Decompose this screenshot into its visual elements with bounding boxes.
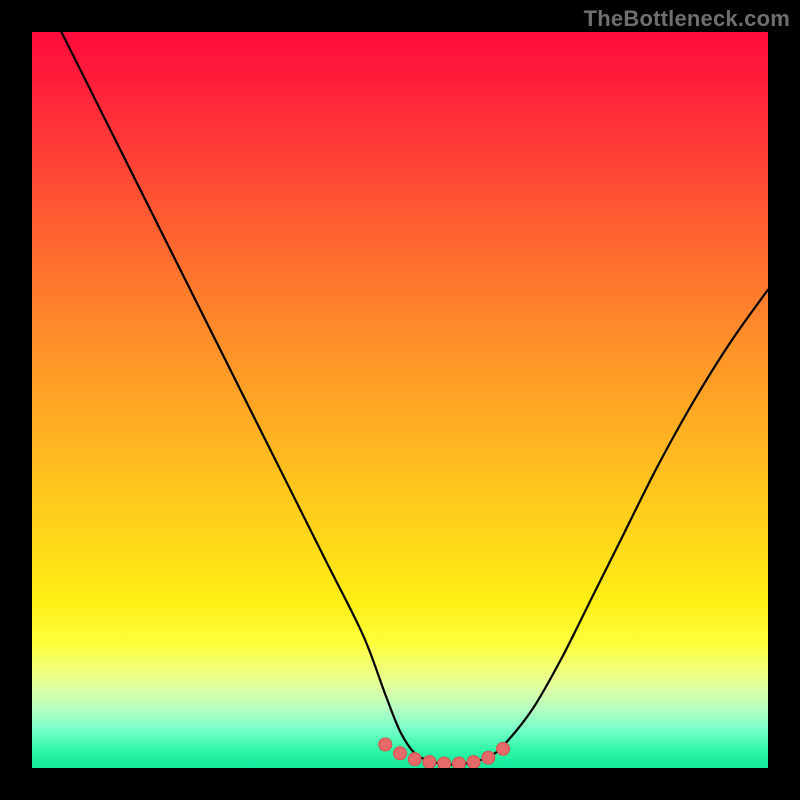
chart-svg [32,32,768,768]
chart-frame: TheBottleneck.com [0,0,800,800]
bottleneck-curve [61,32,768,765]
optimal-range-marker [452,757,465,768]
optimal-range-marker [379,738,392,751]
optimal-range-marker [408,753,421,766]
optimal-range-marker [482,751,495,764]
optimal-range-marker [423,756,436,768]
optimal-range-marker [467,756,480,768]
optimal-range-marker [497,742,510,755]
plot-area [32,32,768,768]
optimal-range-markers [379,738,510,768]
optimal-range-marker [438,757,451,768]
watermark-text: TheBottleneck.com [584,6,790,32]
optimal-range-marker [394,747,407,760]
